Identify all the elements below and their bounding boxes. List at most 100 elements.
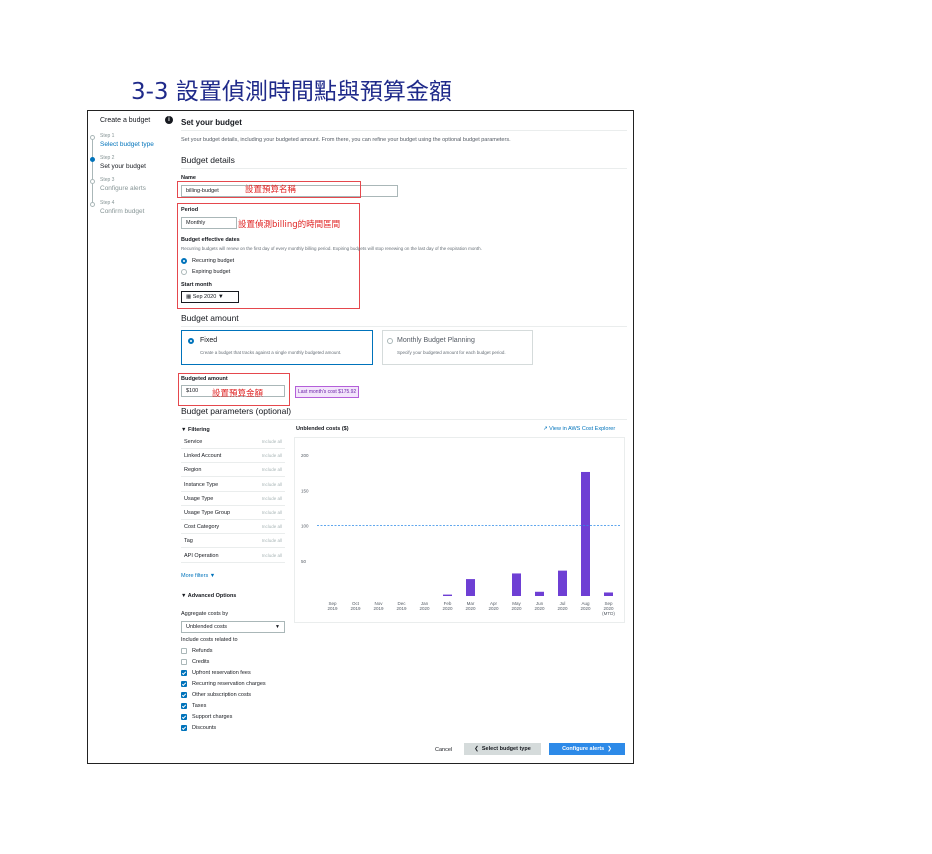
expiring-radio[interactable] [181, 269, 187, 275]
recurring-label: Recurring budget [192, 258, 235, 264]
filter-row[interactable]: Region Include all [181, 463, 285, 478]
filter-value: Include all [261, 538, 282, 544]
cost-bar[interactable] [604, 592, 613, 596]
step-3-label: Configure alerts [100, 185, 146, 192]
x-tick-label: May 2020 [511, 601, 522, 611]
period-select[interactable]: Monthly [181, 217, 237, 229]
step-4-dot [90, 202, 95, 207]
caret-down-icon: ▼ [208, 573, 216, 579]
include-checkbox[interactable] [181, 703, 187, 709]
effective-dates-label: Budget effective dates [181, 237, 240, 243]
filter-value: Include all [261, 453, 282, 459]
include-checkbox[interactable] [181, 670, 187, 676]
page-description: Set your budget details, including your … [181, 137, 511, 143]
fixed-radio[interactable] [188, 338, 194, 344]
include-checkbox-label: Other subscription costs [192, 692, 251, 698]
start-month-label: Start month [181, 282, 212, 288]
x-tick-label: Sep 2019 [327, 601, 338, 611]
advanced-options-toggle[interactable]: ▼ Advanced Options [181, 593, 236, 599]
include-checkbox[interactable] [181, 659, 187, 665]
start-month-picker[interactable]: ▦ Sep 2020 ▼ [181, 291, 239, 303]
x-tick-label: Sep 2020 (MTD) [602, 601, 615, 616]
next-button[interactable]: Configure alerts ❯ [549, 743, 625, 755]
filter-name: Linked Account [184, 453, 222, 460]
chevron-left-icon: ❮ [474, 746, 482, 752]
filter-name: Usage Type [184, 495, 214, 502]
y-tick-label: 100 [301, 524, 309, 529]
include-checkbox-label: Refunds [192, 648, 213, 654]
filter-value: Include all [261, 467, 282, 473]
start-month-value: Sep 2020 [192, 294, 217, 300]
include-costs-label: Include costs related to [181, 637, 238, 643]
y-tick-label: 150 [301, 488, 309, 493]
cost-explorer-label: View in AWS Cost Explorer [549, 426, 616, 432]
include-checkbox[interactable] [181, 681, 187, 687]
cost-bar[interactable] [466, 579, 475, 596]
step-1-link[interactable]: Select budget type [100, 141, 154, 148]
step-4-label: Confirm budget [100, 208, 145, 215]
filter-name: Service [184, 439, 203, 445]
effective-dates-hint: Recurring budgets will renew on the firs… [181, 246, 482, 251]
filtering-toggle[interactable]: ▼ Filtering [181, 427, 210, 433]
period-annotation: 設置偵測billing的時間區間 [238, 220, 341, 230]
caret-down-icon: ▼ [217, 294, 224, 300]
fixed-option-card[interactable]: Fixed Create a budget that tracks agains… [181, 330, 373, 365]
chevron-right-icon: ❯ [604, 746, 612, 752]
cost-bar[interactable] [558, 570, 567, 596]
advanced-title: Advanced Options [187, 593, 237, 599]
more-filters-label: More filters [181, 573, 209, 579]
step-3-dot [90, 179, 95, 184]
include-checkbox[interactable] [181, 648, 187, 654]
include-checkbox[interactable] [181, 714, 187, 720]
cost-bar[interactable] [512, 573, 521, 596]
step-1-dot [90, 135, 95, 140]
cancel-button[interactable]: Cancel [435, 747, 452, 753]
cost-explorer-link[interactable]: ↗ View in AWS Cost Explorer [543, 426, 615, 432]
x-tick-label: Nov 2019 [373, 601, 384, 611]
info-icon[interactable]: i [165, 116, 173, 124]
filter-row[interactable]: Cost Category Include all [181, 520, 285, 535]
filter-row[interactable]: Instance Type Include all [181, 478, 285, 492]
filter-row[interactable]: Service Include all [181, 435, 285, 449]
planning-radio[interactable] [387, 338, 393, 344]
previous-button[interactable]: ❮ Select budget type [464, 743, 541, 755]
aggregate-value: Unblended costs [186, 624, 227, 630]
filter-row[interactable]: API Operation Include all [181, 549, 285, 563]
x-tick-label: Feb 2020 [442, 601, 453, 611]
step-2-dot [90, 157, 95, 162]
include-checkbox-label: Recurring reservation charges [192, 681, 266, 687]
filter-row[interactable]: Linked Account Include all [181, 449, 285, 464]
include-checkbox-label: Discounts [192, 725, 217, 731]
fixed-description: Create a budget that tracks against a si… [200, 350, 342, 355]
planning-description: Specify your budgeted amount for each bu… [397, 350, 506, 355]
include-checkbox[interactable] [181, 725, 187, 731]
planning-option-card[interactable]: Monthly Budget Planning Specify your bud… [382, 330, 533, 365]
step-connector [92, 135, 93, 207]
filter-name: Cost Category [184, 524, 220, 531]
x-tick-label: Jun 2020 [534, 601, 545, 611]
x-tick-label: Oct 2019 [350, 601, 361, 611]
name-annotation: 設置預算名稱 [245, 185, 297, 195]
aggregate-label: Aggregate costs by [181, 611, 229, 617]
recurring-radio[interactable] [181, 258, 187, 264]
slide-title: 3-3 設置偵測時間點與預算金額 [131, 79, 452, 105]
include-checkbox-label: Credits [192, 659, 210, 665]
filter-name: API Operation [184, 552, 219, 559]
filter-row[interactable]: Usage Type Group Include all [181, 506, 285, 520]
more-filters-link[interactable]: More filters ▼ [181, 573, 215, 579]
include-checkbox[interactable] [181, 692, 187, 698]
filter-name: Instance Type [184, 481, 219, 488]
y-tick-label: 50 [301, 559, 307, 564]
filter-row[interactable]: Usage Type Include all [181, 492, 285, 506]
x-tick-label: Jan 2020 [419, 601, 430, 611]
filter-row[interactable]: Tag Include all [181, 534, 285, 549]
caret-down-icon: ▼ [275, 624, 280, 630]
cost-bar[interactable] [443, 594, 452, 596]
aggregate-select[interactable]: Unblended costs ▼ [181, 621, 285, 633]
next-label: Configure alerts [562, 746, 605, 752]
cost-bar[interactable] [581, 471, 590, 596]
include-checkbox-label: Upfront reservation fees [192, 670, 251, 676]
cost-bar[interactable] [535, 591, 544, 596]
filter-value: Include all [261, 439, 282, 444]
filter-name: Region [184, 467, 202, 474]
